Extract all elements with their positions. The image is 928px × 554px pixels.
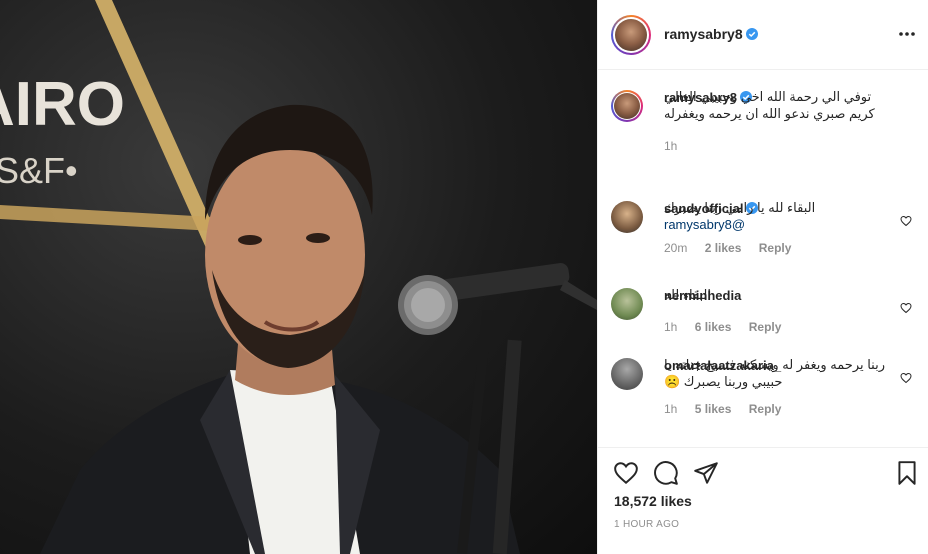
- author-username[interactable]: ramysabry8: [664, 26, 758, 42]
- comment-time: 1h: [664, 402, 678, 416]
- commenter-avatar[interactable]: [611, 358, 643, 390]
- comment-like-icon[interactable]: [900, 215, 912, 227]
- like-count[interactable]: 18,572 likes: [614, 493, 692, 509]
- comment-icon[interactable]: [653, 460, 679, 486]
- post-actions: 18,572 likes 1 HOUR AGO: [598, 447, 928, 554]
- mention-link[interactable]: @ramysabry8: [664, 217, 745, 232]
- comment-text: ربنا يرحمه ويغفر له ويسكنه فسيح جناته يا…: [664, 357, 885, 389]
- comment-likes[interactable]: 5 likes: [695, 402, 732, 416]
- sign-text-1: AIRO: [0, 70, 125, 139]
- author-avatar[interactable]: [611, 15, 651, 55]
- comment-likes[interactable]: 6 likes: [695, 320, 732, 334]
- more-options-icon[interactable]: [897, 26, 917, 42]
- bookmark-icon[interactable]: [894, 460, 920, 486]
- reply-button[interactable]: Reply: [749, 320, 782, 334]
- photo-illustration: AIRO S&F•: [0, 0, 597, 554]
- comment-like-icon[interactable]: [900, 302, 912, 314]
- post-header: ramysabry8: [598, 0, 928, 70]
- caption-text: توفي الي رحمة الله اخي وحبيبي الغالي كري…: [664, 89, 875, 121]
- comment-likes[interactable]: 2 likes: [705, 241, 742, 255]
- reply-button[interactable]: Reply: [759, 241, 792, 255]
- commenter-avatar[interactable]: [611, 288, 643, 320]
- comment-like-icon[interactable]: [900, 372, 912, 384]
- post-photo[interactable]: AIRO S&F•: [0, 0, 597, 554]
- send-icon[interactable]: [693, 460, 719, 486]
- verified-badge-icon: [745, 28, 758, 40]
- commenter-avatar[interactable]: [611, 201, 643, 233]
- caption-time: 1h: [664, 139, 678, 153]
- comment-time: 1h: [664, 320, 678, 334]
- post-timestamp: 1 HOUR AGO: [614, 519, 680, 530]
- sign-text-2: S&F•: [0, 150, 78, 191]
- comments-list: ramysabry8 توفي الي رحمة الله اخي وحبيبي…: [598, 71, 928, 447]
- reply-button[interactable]: Reply: [749, 402, 782, 416]
- heart-icon[interactable]: [613, 460, 639, 486]
- comment-time: 20m: [664, 241, 688, 255]
- caption-avatar[interactable]: [611, 90, 643, 122]
- comment-text: البقاء لله يا رامي ربنا يصبرك @ramysabry…: [664, 200, 816, 232]
- post-side-panel: ramysabry8 ramysabry8 توفي الي رحمة الله…: [597, 0, 928, 554]
- comment-text: البقاء لله: [664, 287, 711, 302]
